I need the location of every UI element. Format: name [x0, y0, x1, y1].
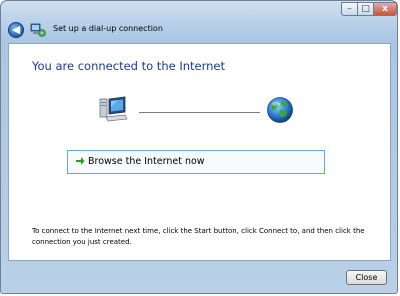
globe-icon: [267, 97, 293, 123]
content-panel: You are connected to the Internet Browse…: [8, 43, 391, 261]
instructions-text: To connect to the Internet next time, cl…: [32, 227, 365, 246]
back-arrow-icon[interactable]: ◀: [8, 22, 24, 38]
minimize-button[interactable]: –: [341, 2, 358, 16]
wizard-window: – □ x ◀ Set up a dial-up connection You …: [0, 0, 398, 294]
browse-internet-button[interactable]: Browse the Internet now: [67, 150, 325, 174]
connection-line: [139, 112, 260, 113]
maximize-button[interactable]: □: [357, 2, 374, 16]
page-title: You are connected to the Internet: [32, 59, 225, 73]
window-title: Set up a dial-up connection: [53, 24, 163, 33]
title-bar: – □ x ◀ Set up a dial-up connection: [1, 1, 397, 41]
browse-internet-label: Browse the Internet now: [88, 156, 205, 167]
window-close-button[interactable]: x: [373, 2, 397, 16]
computer-icon: [99, 96, 128, 122]
close-button[interactable]: Close: [346, 270, 387, 285]
green-arrow-icon: [76, 157, 85, 165]
network-wizard-icon: [30, 23, 46, 37]
